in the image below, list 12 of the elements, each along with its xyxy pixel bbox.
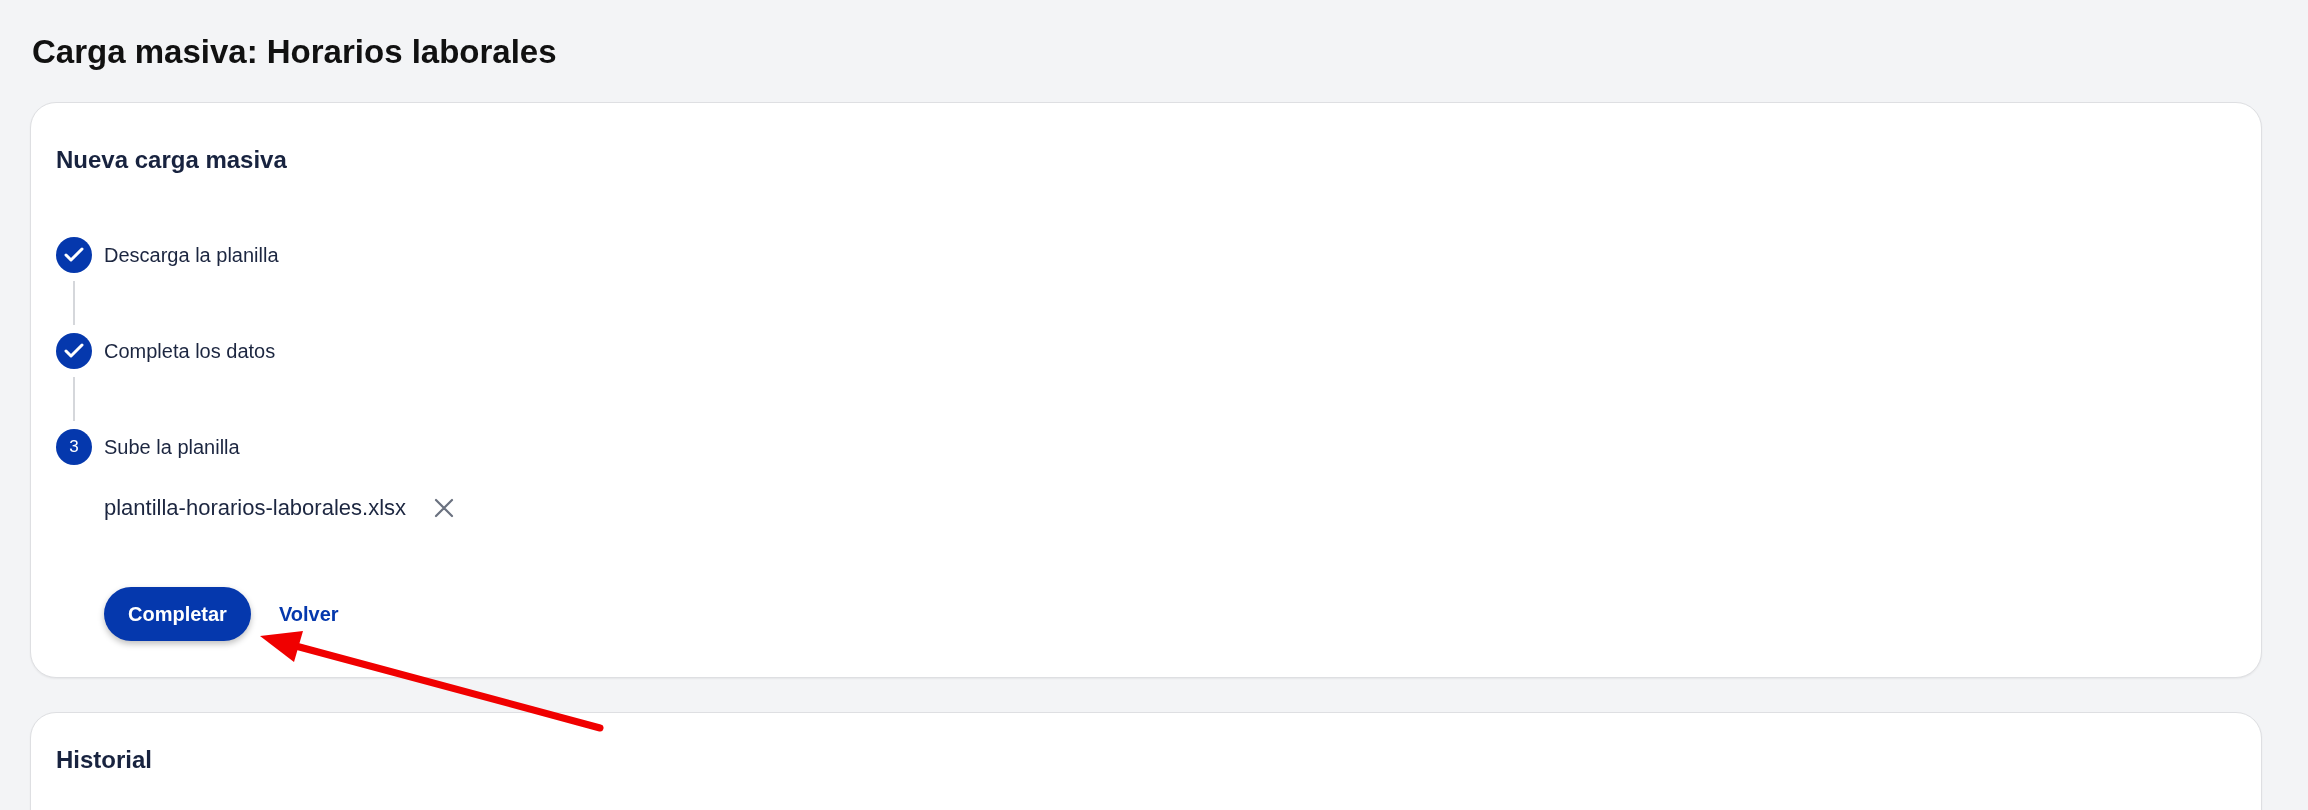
file-name: plantilla-horarios-laborales.xlsx (104, 495, 407, 521)
step-label: Sube la planilla (104, 435, 240, 459)
step-number: 3 (56, 429, 92, 465)
card-title: Nueva carga masiva (56, 145, 287, 175)
back-link[interactable]: Volver (278, 602, 339, 626)
card-title: Historial (56, 745, 153, 775)
step-label: Descarga la planilla (104, 243, 279, 267)
complete-button[interactable]: Completar (104, 587, 251, 641)
check-icon (56, 237, 92, 273)
check-icon (56, 333, 92, 369)
step-label: Completa los datos (104, 339, 276, 363)
page-title: Carga masiva: Horarios laborales (32, 32, 557, 72)
